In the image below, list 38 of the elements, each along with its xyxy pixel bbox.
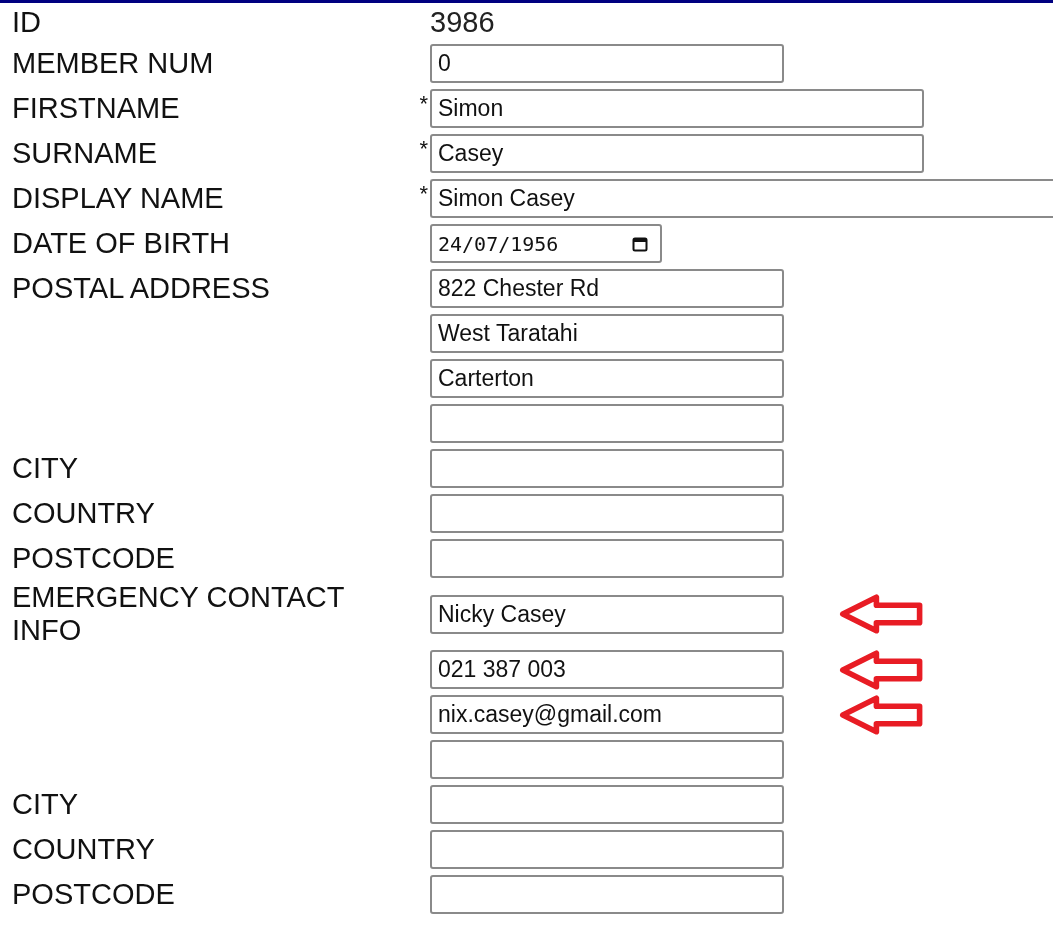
required-mark: * xyxy=(418,180,429,207)
input-field[interactable]: Simon xyxy=(430,89,924,128)
input-field[interactable] xyxy=(430,740,784,779)
input-field[interactable] xyxy=(430,875,784,914)
input-field[interactable] xyxy=(430,785,784,824)
field-label: EMERGENCY CONTACT INFO xyxy=(12,581,345,647)
input-field[interactable]: Carterton xyxy=(430,359,784,398)
input-field[interactable]: nix.casey@gmail.com xyxy=(430,695,784,734)
field-label: DISPLAY NAME xyxy=(12,182,224,215)
date-field[interactable]: 24/07/1956 xyxy=(430,224,662,263)
calendar-icon[interactable] xyxy=(632,235,648,252)
input-field[interactable] xyxy=(430,449,784,488)
input-field[interactable]: West Taratahi xyxy=(430,314,784,353)
input-field[interactable] xyxy=(430,404,784,443)
field-label: DATE OF BIRTH xyxy=(12,227,231,260)
required-mark: * xyxy=(418,135,429,162)
input-field[interactable] xyxy=(430,494,784,533)
id-value: 3986 xyxy=(430,5,495,39)
field-label: CITY xyxy=(12,788,79,821)
input-field[interactable]: Nicky Casey xyxy=(430,594,784,634)
field-label: ID xyxy=(12,5,41,39)
input-field[interactable] xyxy=(430,830,784,869)
input-field[interactable]: 021 387 003 xyxy=(430,650,784,689)
field-label: MEMBER NUM xyxy=(12,47,214,80)
input-field[interactable]: Casey xyxy=(430,134,924,173)
input-field[interactable] xyxy=(430,539,784,578)
field-label: POSTAL ADDRESS xyxy=(12,272,270,305)
field-label: SURNAME xyxy=(12,137,157,170)
field-label: CITY xyxy=(12,452,79,485)
field-label: FIRSTNAME xyxy=(12,92,180,125)
field-label: POSTCODE xyxy=(12,878,175,911)
input-field[interactable]: 822 Chester Rd xyxy=(430,269,784,308)
required-mark: * xyxy=(418,90,429,117)
field-label: COUNTRY xyxy=(12,497,155,530)
input-field[interactable]: Simon Casey xyxy=(430,179,1053,218)
field-label: POSTCODE xyxy=(12,542,175,575)
input-field[interactable]: 0 xyxy=(430,44,784,83)
field-label: COUNTRY xyxy=(12,833,155,866)
